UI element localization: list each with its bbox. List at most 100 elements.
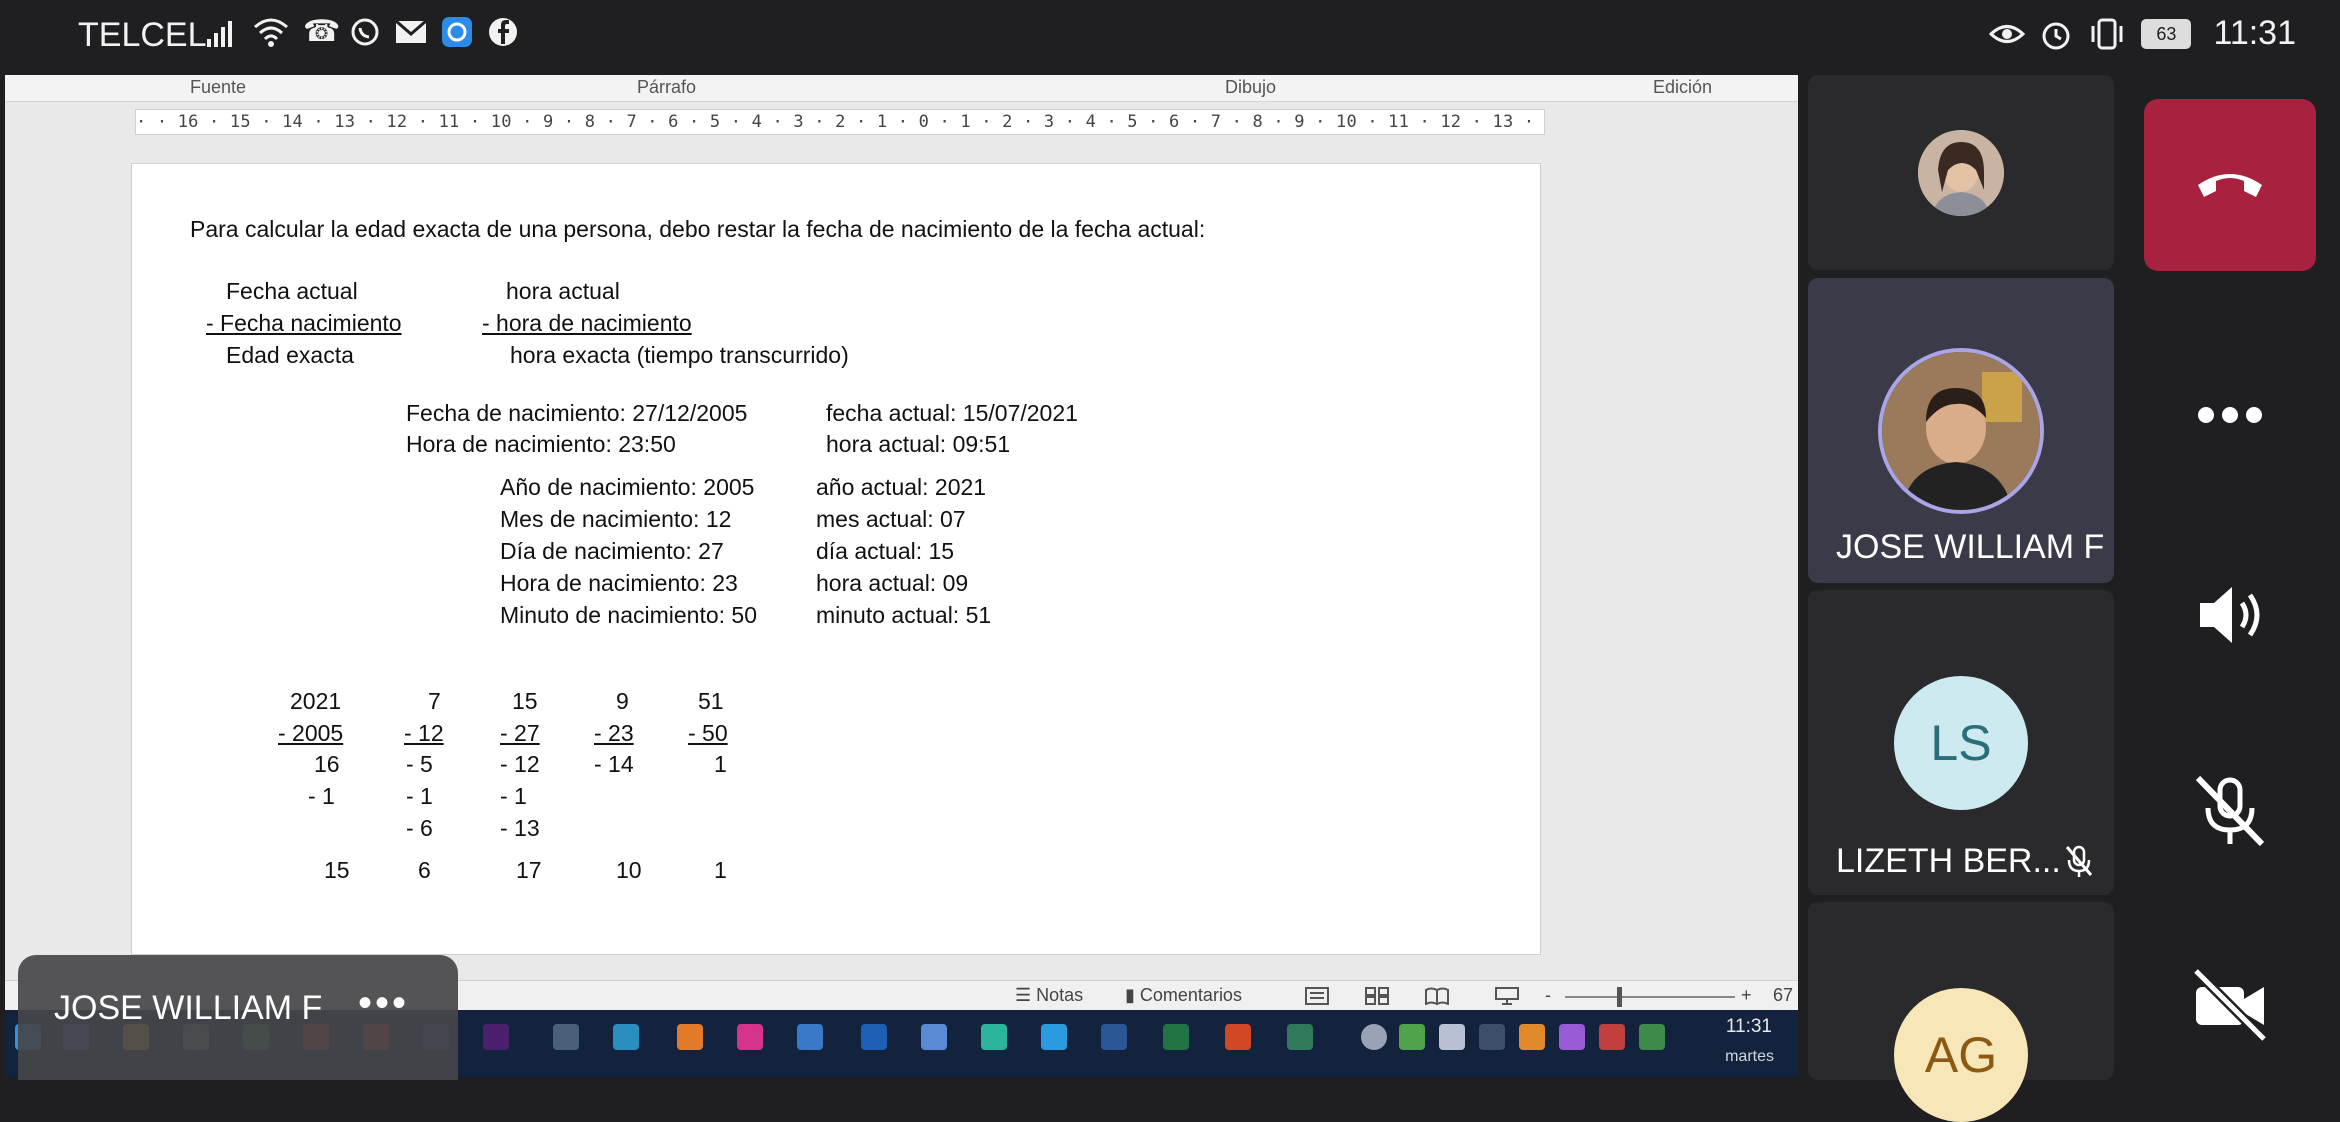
security-tray-icon[interactable]: [1479, 1024, 1505, 1050]
participant-tile-active[interactable]: JOSE WILLIAM F: [1808, 278, 2114, 583]
calc-cell: - 50: [688, 720, 728, 746]
participant-tile-self[interactable]: [1808, 75, 2114, 270]
status-bar: TELCEL ☎ 63 11:31: [0, 0, 2340, 72]
calc-cell: - 1: [406, 783, 433, 809]
calc-cell: 9: [616, 688, 629, 714]
calc-cell: 15: [512, 688, 538, 714]
system-tray-icon[interactable]: [1639, 1024, 1665, 1050]
reading-view-icon[interactable]: [1425, 987, 1449, 1005]
zoom-level[interactable]: 67: [1773, 985, 1793, 1006]
normal-view-icon[interactable]: [1305, 987, 1329, 1005]
taskbar-clock[interactable]: 11:31: [1726, 1016, 1772, 1038]
calculator-icon[interactable]: [553, 1024, 579, 1050]
status-clock: 11:31: [2213, 14, 2296, 52]
zoom-slider[interactable]: [1565, 996, 1735, 998]
initials-avatar: AG: [1894, 988, 2028, 1122]
zoom-out-button[interactable]: -: [1545, 985, 1551, 1006]
vibrate-icon: [2091, 18, 2123, 49]
formula-left-line: Fecha actual: [226, 278, 358, 304]
calc-cell: 2021: [290, 688, 342, 714]
taskbar-app-icon[interactable]: [797, 1024, 823, 1050]
current-part-line: día actual: 15: [816, 538, 955, 564]
notes-button[interactable]: ☰ Notas: [1015, 985, 1083, 1006]
calc-cell: - 1: [500, 783, 527, 809]
powerpoint-icon[interactable]: [1225, 1024, 1251, 1050]
presenter-name-overlay: JOSE WILLIAM F •••: [18, 955, 458, 1080]
participant-tile[interactable]: LS LIZETH BER...: [1808, 590, 2114, 895]
initials-avatar: LS: [1894, 676, 2028, 810]
system-tray-icon[interactable]: [1559, 1024, 1585, 1050]
project-icon[interactable]: [1287, 1024, 1313, 1050]
calc-cell: 7: [428, 688, 441, 714]
camera-off-icon[interactable]: [2190, 965, 2270, 1045]
current-part-line: hora actual: 09: [816, 570, 969, 596]
calc-cell: 16: [314, 751, 340, 777]
calc-cell: - 12: [500, 751, 540, 777]
more-options-icon[interactable]: [2190, 375, 2270, 455]
microphone-off-icon[interactable]: [2190, 770, 2270, 850]
presenter-name: JOSE WILLIAM F: [54, 989, 323, 1027]
shared-screen: Fuente Párrafo Dibujo Edición · · 16 · 1…: [5, 75, 1798, 1077]
birth-part-line: Día de nacimiento: 27: [500, 538, 724, 564]
taskbar-app-icon[interactable]: [981, 1024, 1007, 1050]
zoom-in-button[interactable]: +: [1741, 985, 1752, 1006]
calc-cell: - 13: [500, 815, 540, 841]
wifi-icon: [254, 18, 288, 47]
muted-mic-icon: [2065, 845, 2093, 877]
calc-cell: - 23: [594, 720, 634, 746]
presenter-more-options-button[interactable]: •••: [358, 981, 409, 1026]
birth-part-line: Hora de nacimiento: 23: [500, 570, 738, 596]
participant-tile[interactable]: AG: [1808, 902, 2114, 1122]
calc-result: 1: [714, 857, 727, 883]
system-tray-icon[interactable]: [1361, 1024, 1387, 1050]
system-tray-icon[interactable]: [1519, 1024, 1545, 1050]
avatar-photo-placeholder: [1882, 352, 2040, 510]
current-date-line: fecha actual: 15/07/2021: [826, 400, 1078, 426]
horizontal-ruler: · · 16 · 15 · 14 · 13 · 12 · 11 · 10 · 9…: [135, 109, 1545, 135]
vscode-icon[interactable]: [1041, 1024, 1067, 1050]
call-controls: [2120, 75, 2340, 1080]
taskbar-app-icon[interactable]: [613, 1024, 639, 1050]
ribbon-group-parrafo: Párrafo: [637, 77, 697, 97]
alarm-icon: [2042, 22, 2070, 49]
comments-button[interactable]: ▮ Comentarios: [1125, 985, 1242, 1006]
system-tray-icon[interactable]: [1399, 1024, 1425, 1050]
taskbar-date[interactable]: martes: [1725, 1048, 1774, 1066]
formula-right-line: hora actual: [506, 278, 620, 304]
zoom-slider-thumb[interactable]: [1617, 987, 1622, 1007]
battery-indicator: 63: [2141, 18, 2192, 49]
birth-time-line: Hora de nacimiento: 23:50: [406, 431, 676, 457]
slide-page: Para calcular la edad exacta de una pers…: [131, 163, 1541, 955]
ribbon-group-labels: Fuente Párrafo Dibujo Edición: [5, 75, 1798, 102]
formula-right-line: - hora de nacimiento: [482, 310, 692, 336]
calc-cell: 1: [714, 751, 727, 777]
slide-sorter-icon[interactable]: [1365, 987, 1389, 1005]
taskbar-app-icon[interactable]: [677, 1024, 703, 1050]
microphone-tray-icon[interactable]: [1439, 1024, 1465, 1050]
hang-up-icon: [2198, 174, 2262, 197]
calc-cell: - 12: [404, 720, 444, 746]
premiere-icon[interactable]: [483, 1024, 509, 1050]
end-call-button[interactable]: [2144, 99, 2316, 271]
current-part-line: minuto actual: 51: [816, 602, 992, 628]
birth-part-line: Mes de nacimiento: 12: [500, 506, 732, 532]
current-part-line: mes actual: 07: [816, 506, 966, 532]
mail-icon: [395, 19, 427, 43]
calc-cell: - 6: [406, 815, 433, 841]
speaker-icon[interactable]: [2190, 575, 2270, 655]
edge-icon[interactable]: [861, 1024, 887, 1050]
slideshow-icon[interactable]: [1495, 987, 1519, 1005]
formula-right-line: hora exacta (tiempo transcurrido): [510, 342, 849, 368]
taskbar-app-icon[interactable]: [921, 1024, 947, 1050]
excel-icon[interactable]: [1163, 1024, 1189, 1050]
calc-cell: - 27: [500, 720, 540, 746]
avatar-photo-placeholder: [1918, 130, 2004, 216]
eye-comfort-icon: [1989, 24, 2026, 43]
participant-name: JOSE WILLIAM F: [1836, 528, 2105, 566]
word-icon[interactable]: [1101, 1024, 1127, 1050]
system-tray-icon[interactable]: [1599, 1024, 1625, 1050]
whatsapp-icon: [351, 18, 379, 46]
taskbar-app-icon[interactable]: [737, 1024, 763, 1050]
carrier-label: TELCEL: [78, 16, 207, 54]
calc-cell: 51: [698, 688, 724, 714]
